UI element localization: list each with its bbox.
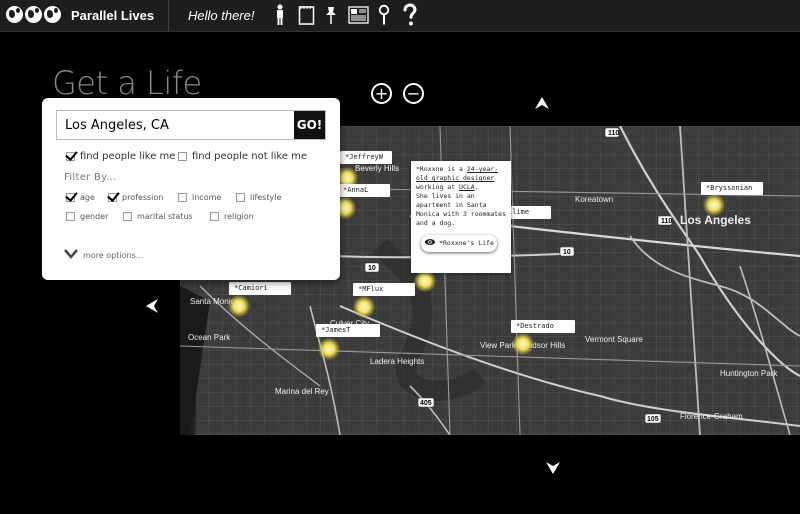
person-tag[interactable]: *JamesT — [316, 324, 380, 337]
svg-text:105: 105 — [647, 416, 659, 423]
go-button[interactable]: GO! — [294, 111, 325, 139]
top-bar: Parallel Lives Hello there! — [0, 0, 800, 32]
popup-person-name[interactable]: *Roxxne — [416, 165, 443, 173]
eye-icon — [424, 238, 436, 249]
filter-religion-checkbox[interactable]: religion — [210, 212, 254, 221]
location-search: GO! — [56, 110, 326, 140]
person-tag[interactable]: *AnnaL — [338, 184, 390, 197]
person-tag[interactable]: ilime — [505, 206, 551, 219]
filter-lifestyle-checkbox[interactable]: lifestyle — [236, 193, 281, 202]
person-tag[interactable]: *Camiori — [229, 282, 291, 295]
checkbox-box[interactable] — [178, 193, 187, 202]
person-marker-glow — [703, 194, 725, 216]
globe-icon — [25, 6, 42, 23]
svg-text:Koreatown: Koreatown — [575, 195, 613, 204]
person-tag[interactable]: *JeffreyW — [340, 151, 392, 164]
svg-text:Florence-Graham: Florence-Graham — [680, 412, 743, 421]
view-life-button[interactable]: *Roxxne's Life — [421, 235, 497, 252]
search-filter-panel: GO! find people like me find people not … — [42, 98, 340, 280]
popup-details: She lives in an apartment in Santa Monic… — [416, 192, 507, 227]
checkbox-box[interactable] — [123, 212, 132, 221]
person-marker-glow — [512, 333, 534, 355]
greeting-text: Hello there! — [188, 8, 255, 23]
svg-text:10: 10 — [368, 265, 376, 272]
page-title: Get a Life — [52, 64, 202, 102]
brand-name[interactable]: Parallel Lives — [71, 8, 154, 23]
svg-text:Ocean Park: Ocean Park — [188, 333, 231, 342]
find-not-like-me-checkbox[interactable]: find people not like me — [178, 151, 307, 162]
person-marker-glow — [228, 295, 250, 317]
zoom-in-button[interactable]: + — [371, 83, 392, 104]
pan-down-arrow-icon[interactable] — [545, 460, 561, 479]
svg-text:110: 110 — [608, 130, 619, 137]
filter-income-checkbox[interactable]: income — [178, 193, 221, 202]
chevron-down-icon — [64, 249, 78, 261]
svg-text:Vermont Square: Vermont Square — [585, 335, 643, 344]
person-tag[interactable]: *Bryssonian — [701, 182, 763, 195]
person-marker-glow — [414, 270, 436, 292]
person-popup: *Roxxne is a 24-year-old graphic designe… — [411, 161, 511, 273]
pushpin-icon[interactable] — [324, 3, 338, 27]
popup-employer-link[interactable]: UCLA — [459, 183, 475, 191]
globe-icon — [6, 6, 23, 23]
person-marker-glow — [353, 296, 375, 318]
pan-up-arrow-icon[interactable] — [534, 95, 550, 114]
svg-text:Marina del Rey: Marina del Rey — [275, 387, 329, 396]
checkbox-box[interactable] — [210, 212, 219, 221]
checkbox-box[interactable] — [178, 152, 187, 161]
person-tag[interactable]: *Destrado — [511, 320, 575, 333]
filter-heading: Filter By... — [64, 172, 117, 183]
zoom-out-button[interactable]: − — [403, 83, 424, 104]
filter-gender-checkbox[interactable]: gender — [66, 212, 108, 221]
checkbox-box[interactable] — [236, 193, 245, 202]
svg-text:Ladera Heights: Ladera Heights — [370, 357, 424, 366]
find-like-me-checkbox[interactable]: find people like me — [66, 151, 175, 162]
person-tag[interactable]: *MFlux — [353, 283, 415, 296]
svg-text:405: 405 — [420, 400, 432, 407]
view-life-label: *Roxxne's Life — [439, 239, 494, 247]
logo[interactable] — [6, 6, 61, 23]
checkbox-box[interactable] — [66, 212, 75, 221]
search-magnifier-icon[interactable] — [378, 3, 390, 27]
person-marker-glow — [318, 338, 340, 360]
checkbox-box[interactable] — [66, 193, 75, 202]
pan-left-arrow-icon[interactable] — [145, 298, 159, 318]
more-options-toggle[interactable]: more options... — [64, 249, 143, 261]
globe-icon — [44, 6, 61, 23]
divider — [168, 0, 169, 31]
person-icon[interactable] — [274, 3, 286, 27]
help-question-icon[interactable] — [400, 3, 420, 27]
filter-age-checkbox[interactable]: age — [66, 193, 95, 202]
svg-text:Beverly Hills: Beverly Hills — [355, 164, 399, 173]
svg-text:10: 10 — [563, 249, 571, 256]
svg-text:110: 110 — [661, 218, 672, 225]
checkbox-box[interactable] — [108, 193, 117, 202]
filter-marital-status-checkbox[interactable]: marital status — [123, 212, 193, 221]
filter-profession-checkbox[interactable]: profession — [108, 193, 163, 202]
svg-text:Huntington Park: Huntington Park — [720, 369, 778, 378]
newspaper-icon[interactable] — [348, 3, 369, 27]
notepad-icon[interactable] — [297, 3, 315, 27]
more-options-label: more options... — [83, 250, 144, 260]
location-search-input[interactable] — [57, 111, 295, 139]
checkbox-box[interactable] — [66, 152, 75, 161]
